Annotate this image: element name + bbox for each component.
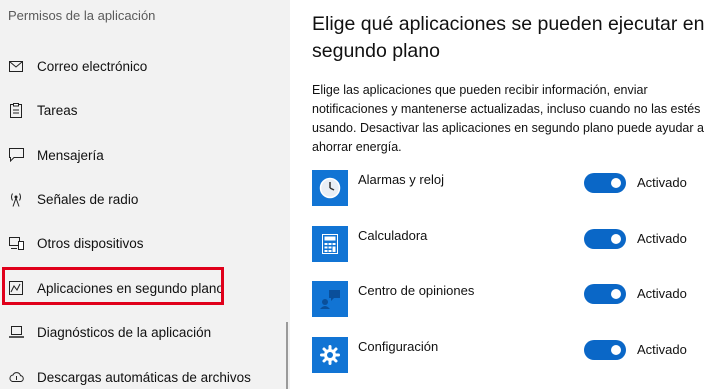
app-row-centro-opiniones: Centro de opiniones Activado (312, 281, 712, 321)
sidebar-item-senales[interactable]: Señales de radio (0, 177, 290, 221)
mail-icon (8, 58, 24, 74)
feedback-icon (312, 281, 348, 317)
sidebar-scrollbar[interactable] (286, 322, 288, 389)
app-row-configuracion: Configuración Activado (312, 337, 712, 377)
sidebar-item-label: Señales de radio (37, 191, 139, 207)
toggle-state-label: Activado (637, 231, 687, 246)
sidebar-item-label: Descargas automáticas de archivos (37, 369, 251, 385)
sidebar-item-label: Otros dispositivos (37, 235, 144, 251)
sidebar-item-label: Correo electrónico (37, 58, 148, 74)
cloud-download-icon (8, 369, 24, 385)
sidebar-item-diagnosticos[interactable]: Diagnósticos de la aplicación (0, 310, 290, 354)
app-name: Configuración (358, 339, 439, 354)
laptop-icon (8, 324, 24, 340)
sidebar-item-mensajeria[interactable]: Mensajería (0, 133, 290, 177)
sidebar-item-label: Tareas (37, 102, 78, 118)
toggle-switch-alarmas[interactable] (584, 173, 626, 193)
page-title: Elige qué aplicaciones se pueden ejecuta… (312, 13, 705, 62)
antenna-icon (8, 191, 24, 207)
app-row-alarmas: Alarmas y reloj Activado (312, 170, 712, 210)
sidebar-item-tareas[interactable]: Tareas (0, 88, 290, 132)
main-content: Elige qué aplicaciones se pueden ejecuta… (290, 0, 720, 389)
app-name: Centro de opiniones (358, 283, 475, 298)
toggle-switch-configuracion[interactable] (584, 340, 626, 360)
calculator-icon (312, 226, 348, 262)
sidebar-item-otros-dispositivos[interactable]: Otros dispositivos (0, 221, 290, 265)
app-row-calculadora: Calculadora Activado (312, 226, 712, 266)
devices-icon (8, 235, 24, 251)
toggle-state-label: Activado (637, 175, 687, 190)
selection-highlight-box (2, 267, 224, 305)
page-description: Elige las aplicaciones que pueden recibi… (312, 83, 704, 154)
sidebar: Permisos de la aplicación Correo electró… (0, 0, 290, 389)
toggle-knob (611, 345, 621, 355)
toggle-switch-calculadora[interactable] (584, 229, 626, 249)
gear-icon (312, 337, 348, 373)
toggle-state-label: Activado (637, 342, 687, 357)
toggle-knob (611, 178, 621, 188)
sidebar-item-descargas[interactable]: Descargas automáticas de archivos (0, 355, 290, 389)
app-name: Alarmas y reloj (358, 172, 444, 187)
clock-icon (312, 170, 348, 206)
app-name: Calculadora (358, 228, 428, 243)
sidebar-header: Permisos de la aplicación (8, 8, 156, 23)
toggle-knob (611, 289, 621, 299)
chat-icon (8, 147, 24, 163)
toggle-state-label: Activado (637, 286, 687, 301)
sidebar-item-label: Mensajería (37, 147, 104, 163)
sidebar-item-correo[interactable]: Correo electrónico (0, 44, 290, 88)
toggle-knob (611, 234, 621, 244)
sidebar-item-label: Diagnósticos de la aplicación (37, 324, 212, 340)
clipboard-icon (8, 102, 24, 118)
toggle-switch-centro-opiniones[interactable] (584, 284, 626, 304)
